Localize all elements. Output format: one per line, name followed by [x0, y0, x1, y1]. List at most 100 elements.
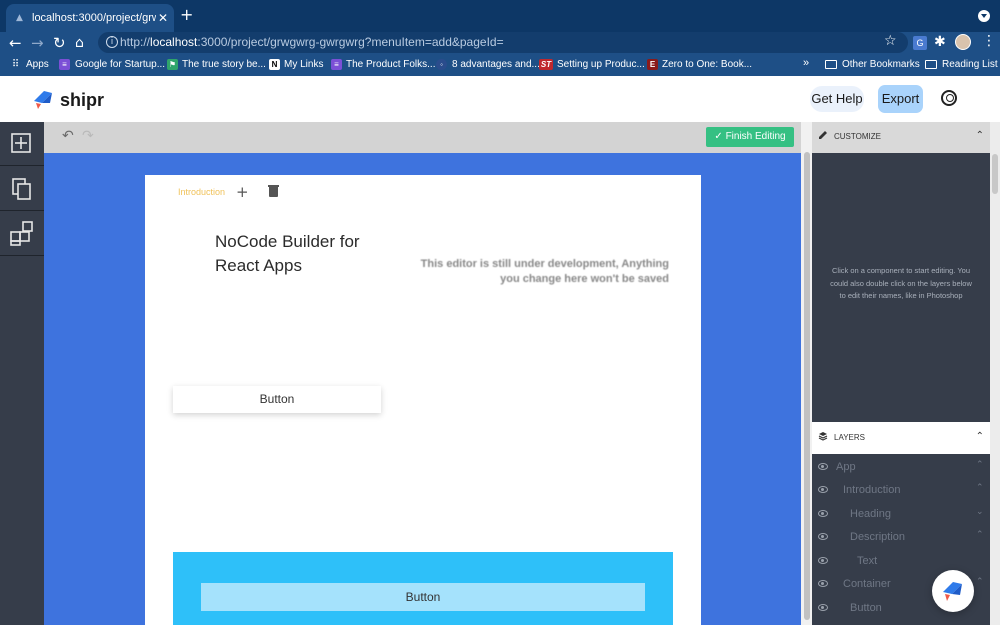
panel-scroll-thumb[interactable]	[992, 154, 998, 194]
back-arrow-icon[interactable]: ←	[9, 33, 22, 53]
preview-button[interactable]: Button	[173, 386, 381, 413]
customize-title: CUSTOMIZE	[834, 132, 881, 141]
chevron-up-icon[interactable]: ⌃	[976, 483, 984, 493]
shipr-logo-icon	[943, 582, 962, 601]
chevron-down-icon[interactable]: ⌄	[976, 507, 984, 517]
bookmark-other[interactable]: Other Bookmarks	[842, 59, 920, 70]
add-square-icon	[11, 133, 31, 153]
brand-name[interactable]: shipr	[60, 90, 104, 111]
canvas-toolbar: ↶ ↷ ✓ Finish Editing	[44, 122, 801, 153]
bookmark-8-advantages[interactable]: 8 advantages and...	[452, 59, 540, 70]
layer-name[interactable]: Button	[850, 602, 882, 614]
eye-icon[interactable]	[818, 557, 828, 564]
eye-icon[interactable]	[818, 533, 828, 540]
eye-icon[interactable]	[818, 510, 828, 517]
finish-editing-button[interactable]: ✓ Finish Editing	[706, 127, 794, 147]
translate-extension-icon[interactable]: G	[913, 36, 927, 50]
bookmarks-overflow-icon[interactable]: »	[803, 57, 809, 69]
tab-title: localhost:3000/project/grwgwrg	[32, 12, 156, 24]
reading-list[interactable]: Reading List	[942, 59, 998, 70]
preview-container[interactable]: Button	[173, 552, 673, 625]
eye-icon[interactable]	[818, 604, 828, 611]
bookmark-product-folks[interactable]: The Product Folks...	[346, 59, 435, 70]
reload-icon[interactable]: ↻	[53, 33, 66, 53]
panel-scrollbar[interactable]	[990, 122, 1000, 625]
notion-icon: N	[269, 59, 280, 70]
bookmark-star-icon[interactable]: ☆	[884, 33, 897, 49]
bookmark-my-links[interactable]: My Links	[284, 59, 323, 70]
pencil-icon	[819, 131, 827, 139]
layer-name[interactable]: Heading	[850, 508, 891, 520]
add-section-icon[interactable]: +	[236, 184, 249, 200]
browser-tab[interactable]: ▲ localhost:3000/project/grwgwrg ✕	[6, 4, 174, 32]
undo-icon[interactable]: ↶	[62, 128, 74, 144]
layer-name[interactable]: App	[836, 461, 856, 473]
bookmark-icon: ≡	[331, 59, 342, 70]
customize-header[interactable]: CUSTOMIZE ⌃	[812, 122, 990, 153]
bookmark-icon: ◦	[436, 59, 447, 70]
eye-icon[interactable]	[818, 463, 828, 470]
section-label[interactable]: Introduction	[178, 187, 225, 197]
container-button[interactable]: Button	[201, 583, 645, 611]
bookmark-true-story[interactable]: The true story be...	[182, 59, 266, 70]
add-component-button[interactable]	[0, 122, 44, 166]
editor-canvas: Introduction + NoCode Builder for React …	[44, 153, 801, 625]
left-tool-rail	[0, 122, 44, 625]
extensions-puzzle-icon[interactable]: ✱	[934, 34, 946, 50]
chevron-up-icon[interactable]: ⌃	[976, 431, 984, 442]
bookmarks-bar: ⠿ Apps ≡ Google for Startup... ⚑ The tru…	[0, 54, 1000, 76]
tab-close-icon[interactable]: ✕	[158, 11, 168, 25]
layer-row[interactable]: App ⌃	[812, 455, 990, 478]
redo-icon[interactable]: ↷	[82, 128, 94, 144]
eye-icon[interactable]	[818, 580, 828, 587]
new-tab-button[interactable]: +	[180, 7, 193, 23]
chevron-up-icon[interactable]: ⌃	[976, 530, 984, 540]
st-icon: ST	[539, 59, 553, 70]
browser-menu-icon[interactable]: ⋮	[982, 33, 996, 49]
layer-name[interactable]: Description	[850, 531, 905, 543]
forward-arrow-icon[interactable]: →	[31, 33, 44, 53]
bookmark-icon: ⚑	[167, 59, 178, 70]
export-button[interactable]: Export	[878, 85, 923, 113]
delete-section-icon[interactable]	[268, 185, 279, 197]
bookmark-google-startups[interactable]: Google for Startup...	[75, 59, 165, 70]
url-text: http://localhost:3000/project/grwgwrg-gw…	[120, 35, 504, 49]
address-bar[interactable]: i http://localhost:3000/project/grwgwrg-…	[98, 32, 908, 53]
layers-header[interactable]: LAYERS ⌃	[812, 423, 990, 454]
page-heading[interactable]: NoCode Builder for React Apps	[215, 230, 405, 278]
shipr-logo-icon	[34, 91, 52, 109]
folder-icon	[825, 60, 837, 69]
bookmark-setting-up-product[interactable]: Setting up Produc...	[557, 59, 645, 70]
apps-grid-icon: ⠿	[11, 59, 20, 70]
layer-row[interactable]: Text	[812, 549, 990, 572]
canvas-scrollbar[interactable]	[801, 122, 812, 625]
tab-search-icon[interactable]	[978, 10, 990, 22]
chevron-up-icon[interactable]: ⌃	[976, 460, 984, 470]
layer-row[interactable]: Description ⌃	[812, 525, 990, 548]
layer-row[interactable]: Heading ⌄	[812, 502, 990, 525]
profile-avatar[interactable]	[955, 34, 971, 50]
customize-message: Click on a component to start editing. Y…	[830, 266, 972, 300]
page-description[interactable]: This editor is still under development, …	[415, 257, 669, 287]
layer-name[interactable]: Introduction	[843, 484, 900, 496]
help-chat-button[interactable]	[932, 570, 974, 612]
layers-title: LAYERS	[834, 433, 865, 442]
app-header: shipr Get Help Export	[0, 76, 1000, 122]
layer-name[interactable]: Text	[857, 555, 877, 567]
pages-button[interactable]	[0, 167, 44, 211]
user-account-icon[interactable]	[941, 90, 957, 106]
components-button[interactable]	[0, 212, 44, 256]
canvas-scroll-thumb[interactable]	[804, 152, 810, 620]
chevron-up-icon[interactable]: ⌃	[976, 577, 984, 587]
site-info-icon[interactable]: i	[106, 36, 118, 48]
copy-pages-icon	[12, 178, 31, 200]
layer-name[interactable]: Container	[843, 578, 891, 590]
eye-icon[interactable]	[818, 486, 828, 493]
layer-row[interactable]: Introduction ⌃	[812, 478, 990, 501]
chevron-up-icon[interactable]: ⌃	[976, 130, 984, 141]
page-preview: Introduction + NoCode Builder for React …	[145, 175, 701, 625]
bookmark-apps[interactable]: Apps	[26, 59, 49, 70]
favicon-icon: ▲	[16, 13, 23, 23]
get-help-button[interactable]: Get Help	[810, 86, 864, 112]
home-icon[interactable]: ⌂	[75, 33, 84, 53]
